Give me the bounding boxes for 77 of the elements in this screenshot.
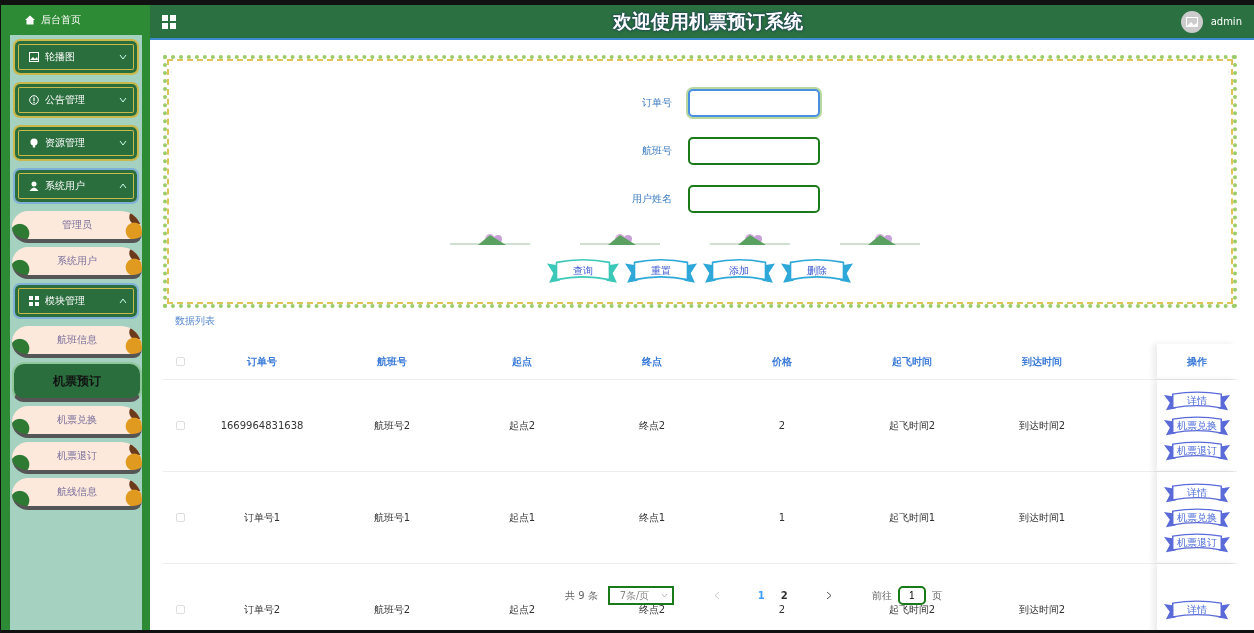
column-header: 航班号 xyxy=(376,354,408,369)
chevron-up-icon xyxy=(119,183,127,189)
table-cell-text: 航班号2 xyxy=(372,602,412,617)
bulb-icon xyxy=(29,138,39,148)
column-header: 订单号 xyxy=(246,354,278,369)
table-cell-text: 订单号2 xyxy=(242,602,282,617)
page-size-select[interactable]: 7条/页 xyxy=(607,586,674,605)
chevron-up-icon xyxy=(119,298,127,304)
chevron-down-icon xyxy=(660,593,668,598)
table-cell-text: 终点2 xyxy=(637,418,667,433)
table-cell-text: 1669964831638 xyxy=(219,420,305,431)
page-title: 欢迎使用机票预订系统 xyxy=(611,8,805,34)
chevron-down-icon xyxy=(119,97,127,103)
checkbox[interactable] xyxy=(175,421,185,430)
table-cell-text: 1 xyxy=(777,512,787,523)
table-cell-text: 起飞时间1 xyxy=(887,510,937,525)
table-cell-text: 到达时间2 xyxy=(1017,418,1067,433)
table-cell-text: 终点1 xyxy=(637,510,667,525)
menu-item[interactable]: 机票兑换 xyxy=(12,406,142,438)
table-cell-text: 2 xyxy=(777,420,787,431)
user-name[interactable]: admin xyxy=(1210,16,1242,27)
menu-group[interactable]: 公告管理 xyxy=(13,82,139,118)
field-label: 航班号 xyxy=(641,144,673,158)
table-cell-text: 起点2 xyxy=(507,418,537,433)
menu-item[interactable]: 机票退订 xyxy=(12,442,142,474)
column-header: 价格 xyxy=(771,354,793,369)
input-field[interactable] xyxy=(688,89,820,117)
input-field[interactable] xyxy=(688,185,820,213)
table-cell-text: 终点2 xyxy=(637,602,667,617)
menu-item[interactable]: 航班信息 xyxy=(12,326,142,358)
column-header: 起点 xyxy=(511,354,533,369)
grid-icon[interactable] xyxy=(162,14,176,29)
table-cell-text: 到达时间1 xyxy=(1017,510,1067,525)
menu-group[interactable]: 资源管理 xyxy=(13,125,139,161)
list-title: 数据列表 xyxy=(175,314,216,328)
page-input[interactable]: 1 xyxy=(897,586,926,605)
table-cell-text: 到达时间2 xyxy=(1017,602,1067,617)
menu-group[interactable]: 系统用户 xyxy=(13,168,139,204)
chevron-down-icon xyxy=(119,54,127,60)
menu-item[interactable]: 管理员 xyxy=(12,211,142,243)
checkbox[interactable] xyxy=(175,357,185,366)
table-cell-text: 起点2 xyxy=(507,602,537,617)
column-header: 到达时间 xyxy=(1021,354,1063,369)
image-icon xyxy=(29,52,39,62)
total-count: 共 9 条 xyxy=(565,588,598,603)
user-icon xyxy=(29,181,39,191)
table-cell-text: 2 xyxy=(777,604,787,615)
page-suffix: 页 xyxy=(931,588,942,603)
chevron-down-icon xyxy=(119,140,127,146)
table-cell-text: 订单号1 xyxy=(242,510,282,525)
page-number[interactable]: 1 xyxy=(757,590,765,601)
table-cell-text: 航班号1 xyxy=(372,510,412,525)
menu-item[interactable]: 航线信息 xyxy=(12,478,142,510)
field-label: 用户姓名 xyxy=(631,192,673,206)
table-cell-text: 起飞时间2 xyxy=(887,418,937,433)
column-header: 操作 xyxy=(1157,344,1237,379)
info-icon xyxy=(29,95,39,105)
next-icon[interactable] xyxy=(825,591,832,600)
column-header: 终点 xyxy=(641,354,663,369)
table-cell-text: 起飞时间2 xyxy=(887,602,937,617)
page-number[interactable]: 2 xyxy=(780,590,788,601)
menu-group[interactable]: 轮播图 xyxy=(13,39,139,75)
goto-label: 前往 xyxy=(871,588,892,603)
avatar-icon[interactable] xyxy=(1180,10,1203,33)
table-cell-text: 起点1 xyxy=(507,510,537,525)
field-label: 订单号 xyxy=(641,96,673,110)
home-icon xyxy=(25,15,35,25)
checkbox[interactable] xyxy=(175,605,185,614)
menu-group[interactable]: 模块管理 xyxy=(13,283,139,319)
home-link[interactable]: 后台首页 xyxy=(1,5,150,35)
menu-item[interactable]: 机票预订 xyxy=(12,362,142,402)
grid-icon xyxy=(29,296,39,306)
menu-item[interactable]: 系统用户 xyxy=(12,247,142,279)
input-field[interactable] xyxy=(688,137,820,165)
table-cell-text: 航班号2 xyxy=(372,418,412,433)
column-header: 起飞时间 xyxy=(891,354,933,369)
checkbox[interactable] xyxy=(175,513,185,522)
